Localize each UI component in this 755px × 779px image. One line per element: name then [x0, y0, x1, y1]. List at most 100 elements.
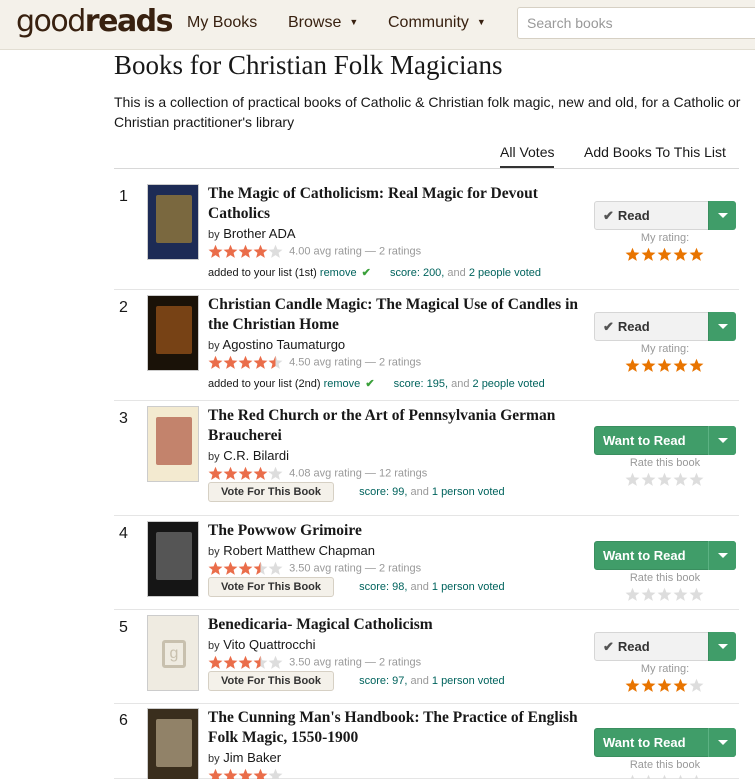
- author-link[interactable]: Agostino Taumaturgo: [223, 337, 346, 352]
- shelf-dropdown-caret-icon[interactable]: [708, 312, 736, 341]
- voters-link[interactable]: 1 person voted: [432, 486, 505, 498]
- my-rating-star-icon: [625, 358, 640, 377]
- by-label: by: [208, 546, 220, 558]
- average-rating: 3.50 avg rating — 2 ratings: [208, 561, 421, 576]
- author-link[interactable]: Brother ADA: [223, 226, 295, 241]
- nav-browse[interactable]: Browse ▼: [288, 14, 358, 32]
- book-cover[interactable]: [147, 184, 199, 260]
- my-rating-stars[interactable]: [594, 358, 736, 378]
- book-cover[interactable]: [147, 708, 199, 779]
- nav-community[interactable]: Community ▼: [388, 14, 486, 32]
- average-rating-star-icon: [238, 244, 253, 258]
- logo-text-reads: reads: [84, 4, 174, 39]
- search-placeholder: Search books: [527, 15, 613, 31]
- my-rating-star-icon: [625, 472, 640, 491]
- list-description: This is a collection of practical books …: [114, 94, 741, 130]
- rating-stats-text: 3.50 avg rating — 2 ratings: [289, 656, 422, 669]
- added-to-list-text: added to your list (1st): [208, 267, 317, 279]
- shelf-dropdown-caret-icon[interactable]: [708, 201, 736, 230]
- remove-link[interactable]: remove: [320, 267, 357, 279]
- average-rating-stars: [208, 466, 283, 481]
- author-line: by Vito Quattrocchi: [208, 637, 316, 652]
- remove-link[interactable]: remove: [324, 378, 361, 390]
- by-label: by: [208, 340, 220, 352]
- vote-for-book-button[interactable]: Vote For This Book: [208, 577, 335, 597]
- average-rating-stars: [208, 244, 283, 259]
- top-navigation-bar: goodreads My Books Browse ▼ Community ▼ Se…: [0, 0, 755, 50]
- my-rating-star-icon: [689, 587, 704, 606]
- my-rating-stars[interactable]: [594, 472, 736, 492]
- average-rating: 4.00 avg rating — 2 ratings: [208, 244, 421, 259]
- checkmark-icon: ✔: [361, 267, 371, 279]
- average-rating-star-icon: [223, 655, 238, 669]
- cover-art: [156, 532, 192, 580]
- shelf-status-label: Read: [617, 319, 650, 334]
- my-rating-star-icon: [657, 247, 672, 266]
- my-rating-stars[interactable]: [594, 774, 736, 779]
- nav-my-books[interactable]: My Books: [187, 14, 257, 32]
- list-tabs: All Votes Add Books To This List: [114, 143, 739, 169]
- voters-link[interactable]: 2 people voted: [469, 267, 541, 279]
- book-cover[interactable]: [147, 406, 199, 482]
- voters-link[interactable]: 2 people voted: [473, 378, 545, 390]
- my-rating-star-icon: [673, 678, 688, 697]
- shelf-status-button[interactable]: Want to Read: [594, 541, 736, 570]
- checkmark-icon: ✔: [365, 378, 375, 390]
- voters-link[interactable]: 1 person voted: [432, 675, 505, 687]
- shelf-status-button[interactable]: ✔ Read: [594, 632, 736, 661]
- my-rating-stars[interactable]: [594, 678, 736, 698]
- my-rating-star-icon: [657, 358, 672, 377]
- my-rating-label: My rating:: [640, 663, 690, 675]
- shelf-status-label: Read: [617, 208, 650, 223]
- shelf-status-button[interactable]: Want to Read: [594, 426, 736, 455]
- author-link[interactable]: Vito Quattrocchi: [223, 637, 315, 652]
- book-title-link[interactable]: The Powwow Grimoire: [208, 521, 588, 541]
- author-link[interactable]: C.R. Bilardi: [223, 448, 289, 463]
- voters-link[interactable]: 1 person voted: [432, 581, 505, 593]
- tab-all-votes[interactable]: All Votes: [500, 144, 555, 168]
- author-link[interactable]: Robert Matthew Chapman: [223, 543, 375, 558]
- shelf-dropdown-caret-icon[interactable]: [708, 541, 736, 570]
- shelf-dropdown-caret-icon[interactable]: [708, 426, 736, 455]
- average-rating-star-icon: [253, 768, 268, 779]
- tab-add-books[interactable]: Add Books To This List: [584, 144, 726, 160]
- goodreads-logo[interactable]: goodreads: [16, 4, 174, 39]
- cover-art: [156, 195, 192, 243]
- shelf-dropdown-caret-icon[interactable]: [708, 632, 736, 661]
- book-title-link[interactable]: Christian Candle Magic: The Magical Use …: [208, 295, 588, 335]
- average-rating-stars: [208, 655, 283, 670]
- average-rating-star-icon: [268, 355, 283, 369]
- shelf-status-button[interactable]: ✔ Read: [594, 312, 736, 341]
- shelf-status-button[interactable]: Want to Read: [594, 728, 736, 757]
- book-cover[interactable]: g: [147, 615, 199, 691]
- shelf-status-button[interactable]: ✔ Read: [594, 201, 736, 230]
- shelf-dropdown-caret-icon[interactable]: [708, 728, 736, 757]
- book-cover[interactable]: [147, 295, 199, 371]
- search-input[interactable]: Search books: [517, 7, 755, 39]
- book-title-link[interactable]: The Red Church or the Art of Pennsylvani…: [208, 406, 588, 446]
- vote-for-book-button[interactable]: Vote For This Book: [208, 671, 335, 691]
- average-rating-star-icon: [268, 561, 283, 575]
- book-title-link[interactable]: The Magic of Catholicism: Real Magic for…: [208, 184, 588, 224]
- book-title-link[interactable]: Benedicaria- Magical Catholicism: [208, 615, 588, 635]
- author-link[interactable]: Jim Baker: [223, 750, 281, 765]
- my-rating-stars[interactable]: [594, 587, 736, 607]
- list-book-row: 3 The Red Church or the Art of Pennsylva…: [114, 406, 739, 516]
- book-cover[interactable]: [147, 521, 199, 597]
- vote-for-book-button[interactable]: Vote For This Book: [208, 482, 335, 502]
- average-rating-star-icon: [208, 768, 223, 779]
- logo-text-good: good: [16, 4, 86, 39]
- rank-number: 5: [119, 619, 128, 636]
- my-rating-star-icon: [625, 587, 640, 606]
- my-rating-star-icon: [657, 678, 672, 697]
- average-rating-stars: [208, 355, 283, 370]
- book-title-link[interactable]: The Cunning Man's Handbook: The Practice…: [208, 708, 588, 748]
- my-rating-stars[interactable]: [594, 247, 736, 267]
- my-rating-star-icon: [641, 247, 656, 266]
- average-rating-star-icon: [253, 466, 268, 480]
- added-info: added to your list (2nd) remove ✔ score:…: [208, 377, 545, 390]
- vote-info: Vote For This Book score: 97, and 1 pers…: [208, 671, 505, 691]
- added-to-list-text: added to your list (2nd): [208, 378, 321, 390]
- average-rating-star-icon: [208, 655, 223, 669]
- page-title: Books for Christian Folk Magicians: [114, 50, 503, 80]
